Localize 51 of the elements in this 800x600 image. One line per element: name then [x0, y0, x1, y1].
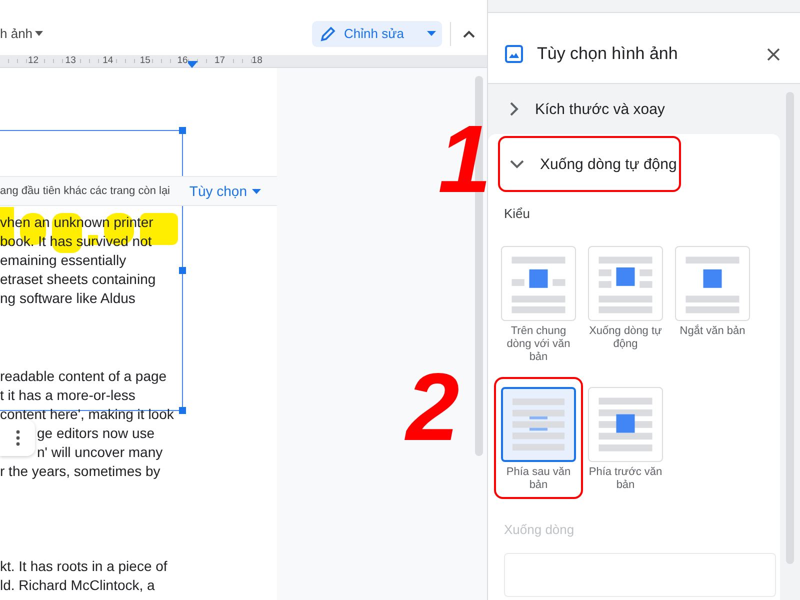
wrap-style-icon	[588, 387, 663, 462]
ruler-number: 18	[252, 55, 262, 66]
section-header[interactable]: Xuống dòng tự động	[498, 136, 681, 192]
editing-mode-button[interactable]: Chỉnh sửa	[312, 20, 442, 46]
document-text-line: content here', making it look	[0, 405, 174, 424]
margin-heading: Xuống dòng	[504, 522, 576, 537]
wrap-option[interactable]: Phía sau văn bản	[495, 378, 582, 498]
document-text-line: n' will uncover many	[37, 443, 163, 462]
step-number: 2	[406, 360, 460, 456]
wrap-option[interactable]: Ngắt văn bản	[669, 237, 756, 370]
document-text-line: emaining essentially	[0, 251, 126, 270]
chevron-down-icon	[510, 160, 524, 168]
document-text-line: ge editors now use	[37, 424, 155, 443]
wrap-option[interactable]: Xuống dòng tự động	[582, 237, 669, 370]
ruler-number: 12	[28, 55, 39, 66]
ruler-number: 17	[214, 55, 226, 66]
options-button[interactable]: Tùy chọn	[189, 183, 261, 199]
style-heading: Kiểu	[504, 206, 532, 221]
ruler-number: 14	[102, 55, 114, 66]
document-text-line: r the years, sometimes by	[0, 462, 160, 481]
document-text-line: etraset sheets containing	[0, 270, 156, 289]
document-text-line: t it has a more-or-less	[0, 386, 136, 405]
pencil-icon	[320, 26, 336, 42]
more-button[interactable]	[0, 420, 35, 456]
panel-title: Tùy chọn hình ảnh	[537, 44, 679, 64]
close-icon[interactable]	[767, 48, 780, 60]
caret-icon	[34, 31, 43, 36]
resize-handle[interactable]	[179, 127, 186, 134]
wrap-style-icon	[501, 387, 576, 462]
wrap-option[interactable]: Trên chung dòng với văn bản	[495, 237, 582, 370]
header-option-text: ang đầu tiên khác các trang còn lại	[0, 184, 172, 198]
caret-icon	[427, 31, 436, 36]
ruler-number: 13	[65, 55, 76, 66]
ruler-number: 16	[177, 55, 188, 66]
document-text-line: ld. Richard McClintock, a	[0, 576, 155, 595]
resize-handle[interactable]	[179, 267, 186, 274]
wrap-style-icon	[501, 246, 576, 321]
document-text-line: readable content of a page	[0, 367, 167, 386]
document-text-line: kt. It has roots in a piece of	[0, 557, 168, 576]
image-icon	[505, 45, 523, 63]
chevron-right-icon	[510, 102, 519, 116]
document-text-line: ng software like Aldus	[0, 289, 136, 308]
more-icon	[16, 430, 20, 446]
image-menu[interactable]: h ảnh	[0, 26, 43, 41]
resize-handle[interactable]	[179, 407, 186, 414]
wrap-style-icon	[675, 246, 750, 321]
wrap-option[interactable]: Phía trước văn bản	[582, 378, 669, 498]
collapse-icon[interactable]	[463, 30, 475, 38]
ruler-number: 15	[140, 55, 150, 66]
wrap-style-icon	[588, 246, 663, 321]
caret-icon	[252, 188, 261, 194]
